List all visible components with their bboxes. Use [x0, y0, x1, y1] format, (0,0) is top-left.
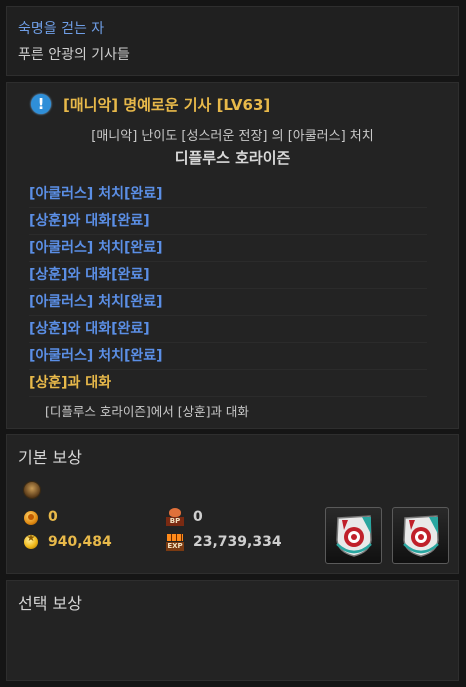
objective-item: [아쿨러스] 처치[완료] [29, 343, 427, 370]
reward-item-slot[interactable] [392, 507, 449, 564]
gold-icon [24, 533, 38, 549]
objective-item: [아쿨러스] 처치[완료] [29, 289, 427, 316]
bp-label: BP [166, 517, 184, 526]
quest-target: 디플루스 호라이즌 [174, 149, 291, 167]
objective-list: [아쿨러스] 처치[완료] [상훈]와 대화[완료] [아쿨러스] 처치[완료]… [29, 181, 427, 397]
quest-panel: ! [매니악] 명예로운 기사 [LV63] [매니악] 난이도 [성스러운 전… [6, 82, 459, 429]
shield-emblem-icon [336, 515, 372, 557]
select-reward-panel: 선택 보상 [6, 580, 459, 681]
chapter-title[interactable]: 숙명을 걷는 자 [18, 18, 104, 38]
chapter-header: 숙명을 걷는 자 푸른 안광의 기사들 [6, 6, 459, 76]
chapter-subtitle: 푸른 안광의 기사들 [18, 47, 130, 63]
exclamation-icon: ! [31, 94, 51, 114]
bronze-grade-icon [24, 482, 40, 498]
fame-icon [24, 511, 38, 525]
select-reward-title: 선택 보상 [18, 594, 82, 613]
reward-item-slot[interactable] [325, 507, 382, 564]
quest-description: [매니악] 난이도 [성스러운 전장] 의 [아쿨러스] 처치 [91, 129, 374, 144]
basic-reward-panel: 기본 보상 0 940,484 BP 0 EXP 23,739,334 [6, 434, 459, 574]
objective-item: [상훈]와 대화[완료] [29, 262, 427, 289]
objective-item: [상훈]와 대화[완료] [29, 316, 427, 343]
exp-value: 23,739,334 [193, 534, 282, 550]
basic-reward-title: 기본 보상 [18, 448, 82, 467]
objective-item: [상훈]와 대화[완료] [29, 208, 427, 235]
exp-label: EXP [166, 542, 184, 551]
objective-item: [아쿨러스] 처치[완료] [29, 235, 427, 262]
quest-title[interactable]: [매니악] 명예로운 기사 [LV63] [63, 94, 270, 115]
fame-value: 0 [48, 509, 58, 525]
gold-value: 940,484 [48, 534, 112, 550]
bp-value: 0 [193, 509, 203, 525]
shield-emblem-icon [403, 515, 439, 557]
objective-item: [아쿨러스] 처치[완료] [29, 181, 427, 208]
bp-icon: BP [166, 508, 184, 526]
objective-detail: [디플루스 호라이즌]에서 [상훈]과 대화 [45, 404, 249, 419]
objective-item-current: [상훈]과 대화 [29, 370, 427, 397]
exp-icon: EXP [166, 534, 184, 552]
